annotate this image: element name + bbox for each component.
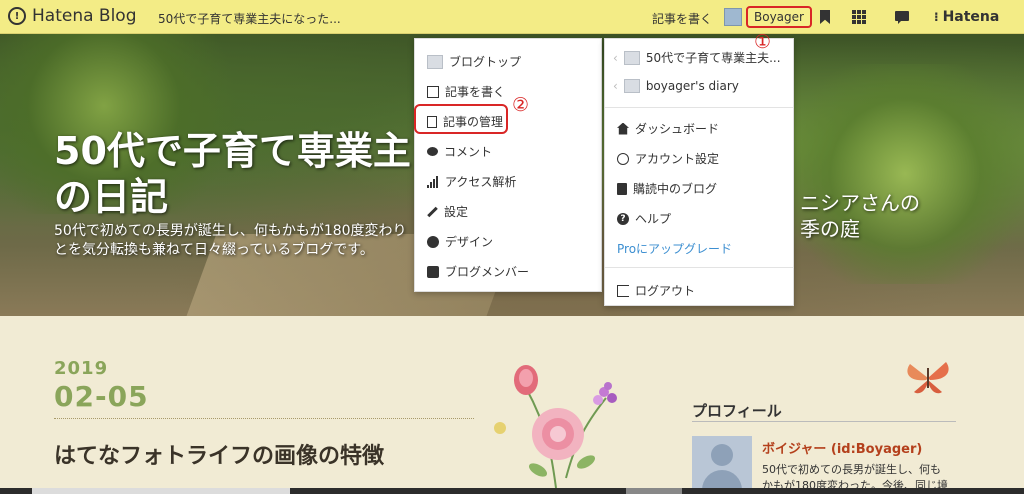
annotation-marker-2: ② (512, 94, 530, 116)
menu-item-upgrade-pro[interactable]: Proにアップグレード (617, 240, 732, 257)
hatena-topbar: ! Hatena Blog 50代で子育て専業主夫になった... 記事を書く B… (0, 0, 1024, 34)
username-label: Boyager (746, 6, 812, 28)
menu-item-label: アカウント設定 (635, 152, 720, 166)
hatena-label: Hatena (942, 9, 1000, 25)
write-article-link[interactable]: 記事を書く (652, 10, 712, 27)
hatena-blog-logo-icon: ! (8, 7, 26, 25)
notification-icon[interactable] (895, 10, 909, 24)
menu-item-label: ブログメンバー (445, 265, 530, 279)
menu-item-design[interactable]: デザイン (427, 233, 493, 250)
help-icon: ? (617, 212, 629, 225)
wrench-icon (427, 206, 438, 217)
scrollbar-thumb-secondary[interactable] (626, 488, 682, 494)
palette-icon (427, 235, 439, 248)
blog-dropdown-menu: ブログトップ 記事を書く 記事の管理 コメント アクセス解析 設定 デザイン ブ… (414, 38, 602, 292)
menu-item-help[interactable]: ? ヘルプ (617, 210, 671, 227)
bookmark-icon[interactable] (818, 10, 832, 24)
butterfly-illustration (907, 362, 949, 394)
menu-item-label: ブログトップ (449, 55, 522, 69)
menu-item-comments[interactable]: コメント (427, 143, 492, 160)
comment-icon (427, 147, 438, 156)
entry-date-year[interactable]: 2019 (54, 358, 108, 379)
menu-item-blog-members[interactable]: ブログメンバー (427, 263, 529, 280)
scrollbar-thumb[interactable] (32, 488, 290, 494)
menu-item-label: ログアウト (635, 284, 696, 298)
account-dropdown-menu: ‹ 50代で子育て専業主夫... ‹ boyager's diary ダッシュボ… (604, 38, 794, 306)
date-divider (54, 418, 474, 419)
book-icon (617, 182, 627, 195)
article-title[interactable]: はてなフォトライフの画像の特徴 (54, 438, 384, 470)
menu-item-account-settings[interactable]: アカウント設定 (617, 150, 719, 167)
profile-avatar[interactable] (692, 436, 752, 494)
hatena-logo-icon: ⁝ (934, 10, 939, 24)
menu-divider (605, 267, 793, 268)
blog-thumbnail-icon (427, 54, 443, 69)
user-avatar (724, 8, 742, 26)
home-icon (617, 122, 629, 135)
menu-item-settings[interactable]: 設定 (427, 203, 468, 220)
menu-item-access-analytics[interactable]: アクセス解析 (427, 173, 516, 190)
garden-foliage-right (780, 64, 1024, 284)
menu-divider (605, 107, 793, 108)
blog-header-description: 50代で初めての長男が誕生し、何もかもが180度変わり とを気分転換も兼ねて日々… (54, 223, 407, 258)
profile-heading-divider (692, 421, 956, 422)
profile-name-link[interactable]: ボイジャー (id:Boyager) (762, 438, 922, 457)
menu-item-dashboard[interactable]: ダッシュボード (617, 120, 719, 137)
menu-item-logout[interactable]: ログアウト (617, 282, 695, 299)
flower-illustration (494, 365, 617, 488)
menu-item-label: ヘルプ (635, 212, 672, 226)
blog-thumbnail-icon (623, 50, 640, 65)
hatena-blog-logo[interactable]: ! Hatena Blog (8, 6, 137, 26)
blog-name: boyager's diary (645, 79, 739, 93)
profile-heading: プロフィール (692, 402, 782, 420)
menu-item-label: コメント (444, 145, 493, 159)
user-icon (617, 152, 629, 165)
edit-icon (427, 85, 439, 98)
menu-item-label: デザイン (445, 235, 494, 249)
chevron-left-icon: ‹ (613, 50, 618, 65)
annotation-marker-1: ① (754, 31, 772, 53)
logout-icon (617, 284, 629, 297)
member-icon (427, 265, 439, 278)
menu-item-label: Proにアップグレード (617, 242, 733, 256)
menu-item-subscribed-blogs[interactable]: 購読中のブログ (617, 180, 717, 197)
blog-switch-item[interactable]: ‹ boyager's diary (613, 79, 739, 93)
menu-item-write-article[interactable]: 記事を書く (427, 83, 505, 100)
menu-item-label: 購読中のブログ (633, 182, 718, 196)
current-blog-title-link[interactable]: 50代で子育て専業主夫になった... (158, 10, 341, 27)
user-menu-toggle[interactable]: Boyager (724, 6, 812, 28)
chevron-left-icon: ‹ (613, 79, 618, 93)
hatena-menu[interactable]: ⁝ Hatena (934, 9, 999, 25)
annotation-highlight-manage-articles (414, 104, 508, 134)
apps-grid-icon[interactable] (852, 10, 866, 24)
menu-item-label: アクセス解析 (445, 175, 517, 189)
menu-item-label: 記事を書く (445, 85, 506, 99)
blog-header-title[interactable]: 50代で子育て専業主 の日記 (54, 128, 414, 220)
blog-thumbnail-icon (623, 79, 640, 93)
menu-item-label: 設定 (444, 205, 469, 219)
entry-date-month-day[interactable]: 02-05 (54, 380, 149, 413)
brand-name: Hatena Blog (32, 6, 137, 26)
header-photo-caption: ニシアさんの 季の庭 (800, 191, 920, 241)
bar-chart-icon (427, 175, 439, 188)
menu-item-label: ダッシュボード (635, 122, 720, 136)
menu-item-blog-top[interactable]: ブログトップ (427, 53, 521, 70)
